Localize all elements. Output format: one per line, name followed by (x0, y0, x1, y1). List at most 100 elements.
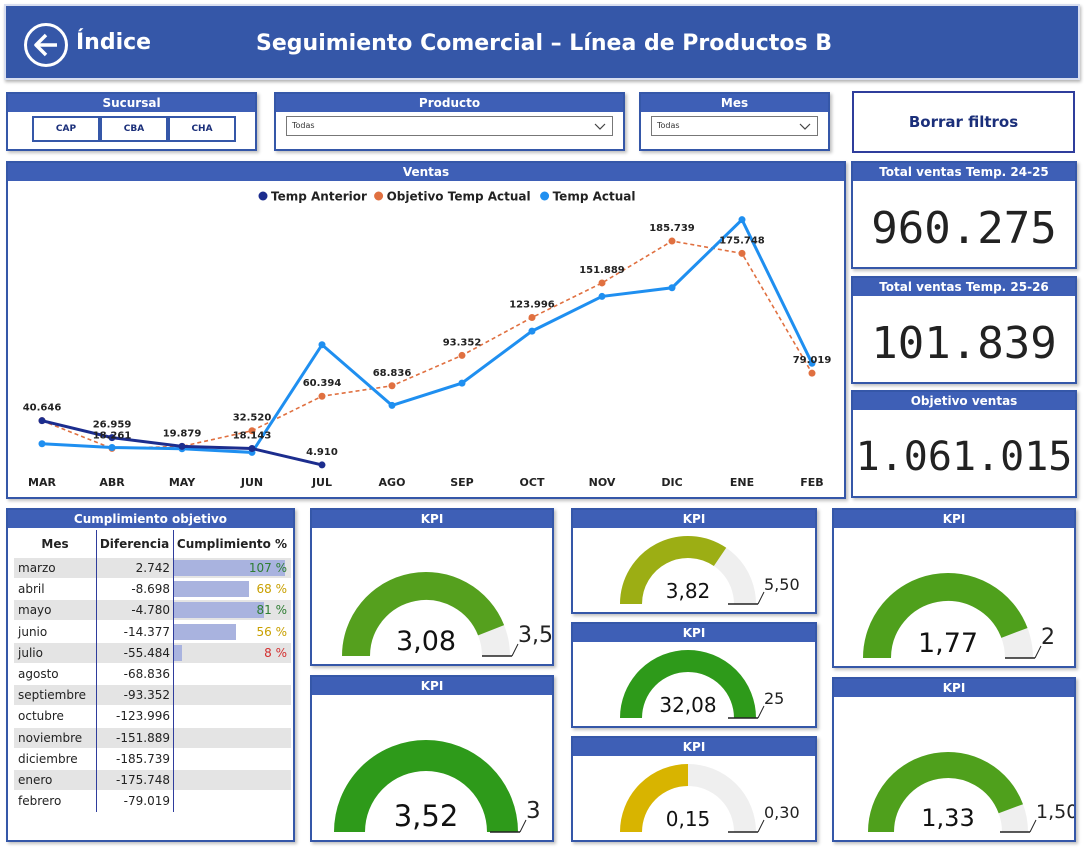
data-point[interactable] (178, 442, 186, 450)
data-point[interactable] (668, 237, 676, 245)
data-point[interactable] (318, 341, 326, 349)
cell-mes: noviembre (18, 730, 83, 745)
cell-cumplimiento: 68 % (256, 582, 288, 597)
gauge-value: 32,08 (659, 693, 716, 717)
kpi-gauge-card: KPI 25 32,08 (571, 622, 817, 728)
table-row: diciembre -185.739 (14, 749, 291, 770)
x-tick-label: JUL (311, 476, 332, 489)
kpi-gauge-card: KPI 0,30 0,15 (571, 736, 817, 842)
gauge-chart: 33,52 (334, 740, 541, 833)
gauge-target-label: 0,30 (764, 803, 800, 822)
column-header-cumplimiento: Cumplimiento % (176, 537, 288, 551)
gauge-value: 3,82 (666, 579, 711, 603)
data-point[interactable] (458, 379, 466, 387)
cell-mes: febrero (18, 794, 62, 809)
cell-mes: marzo (18, 561, 56, 575)
cell-cumplimiento: 56 % (256, 624, 288, 639)
cell-diferencia: -8.698 (131, 582, 170, 597)
sucursal-option-cap[interactable]: CAP (32, 116, 100, 142)
data-label: 26.959 (93, 420, 132, 431)
mes-slicer-title: Mes (641, 94, 828, 112)
data-point[interactable] (248, 445, 256, 453)
data-point[interactable] (808, 369, 816, 377)
table-row: octubre -123.996 (14, 706, 291, 728)
data-point[interactable] (528, 313, 536, 321)
cell-diferencia: -68.836 (123, 667, 170, 681)
data-point[interactable] (458, 351, 466, 359)
data-point[interactable] (388, 382, 396, 390)
data-label: 185.739 (649, 223, 695, 234)
gauge-chart: 3,50 3,08 (342, 572, 552, 657)
mes-dropdown[interactable]: Todas (651, 116, 818, 136)
cell-diferencia: -185.739 (116, 751, 170, 766)
total-card-value: 1.061.015 (855, 434, 1073, 480)
kpi-gauge-card: KPI 2 1,77 (832, 508, 1076, 668)
data-point[interactable] (738, 249, 746, 257)
cumplimiento-bar (173, 602, 264, 619)
table-row: junio -14.377 56 % (14, 622, 291, 643)
mes-slicer: Mes Todas (639, 92, 830, 151)
gauge-target-label: 25 (764, 689, 784, 708)
kpi-title: KPI (573, 624, 815, 642)
producto-dropdown[interactable]: Todas (286, 116, 613, 136)
ventas-chart-card: Ventas Temp Anterior Objetivo Temp Actual… (6, 161, 846, 499)
data-point[interactable] (528, 327, 536, 335)
total-card-title: Total ventas Temp. 24-25 (853, 163, 1075, 181)
legend-label: Temp Actual (553, 190, 636, 204)
kpi-title: KPI (312, 510, 552, 528)
data-point[interactable] (598, 279, 606, 287)
gauge-chart: 0,30 0,15 (620, 764, 800, 833)
data-point[interactable] (38, 440, 46, 448)
data-point[interactable] (108, 443, 116, 451)
cell-diferencia: -55.484 (123, 645, 170, 660)
column-header-diferencia: Diferencia (99, 537, 170, 551)
total-ventas-25-26-card: Total ventas Temp. 25-26 101.839 (851, 276, 1077, 384)
gauge-target-label: 3,50 (518, 623, 552, 648)
table-row: enero -175.748 (14, 770, 291, 791)
sucursal-option-cha[interactable]: CHA (168, 116, 236, 142)
cell-cumplimiento: 107 % (248, 561, 287, 575)
cell-diferencia: -93.352 (123, 688, 170, 703)
cell-diferencia: -79.019 (123, 794, 170, 809)
column-divider (173, 530, 174, 812)
table-title: Cumplimiento objetivo (8, 510, 293, 528)
data-point[interactable] (38, 417, 46, 425)
data-point[interactable] (598, 292, 606, 300)
cumplimiento-bar (173, 644, 182, 661)
gauge-value: 3,52 (394, 799, 459, 833)
series-line (41, 217, 814, 454)
clear-filters-button[interactable]: Borrar filtros (852, 91, 1075, 153)
kpi-gauge-card: KPI 3,50 3,08 (310, 508, 554, 666)
data-point[interactable] (388, 401, 396, 409)
x-tick-label: DIC (661, 476, 682, 489)
data-label: 4.910 (306, 447, 338, 458)
x-tick-label: MAY (169, 476, 196, 489)
data-label: 18.143 (233, 431, 272, 442)
legend-label: Temp Anterior (271, 190, 367, 204)
kpi-gauge-card: KPI 5,50 3,82 (571, 508, 817, 614)
cell-cumplimiento: 81 % (256, 603, 288, 618)
legend-marker (258, 191, 268, 201)
kpi-gauge-card: KPI 3 3,52 (310, 675, 554, 842)
producto-slicer: Producto Todas (274, 92, 625, 151)
x-tick-label: MAR (28, 476, 56, 489)
cell-mes: abril (18, 582, 45, 597)
data-point[interactable] (738, 216, 746, 224)
sucursal-option-cba[interactable]: CBA (100, 116, 168, 142)
kpi-title: KPI (573, 510, 815, 528)
data-label: 19.879 (163, 428, 202, 439)
data-label: 123.996 (509, 299, 555, 310)
producto-slicer-title: Producto (276, 94, 623, 112)
cell-mes: julio (18, 645, 43, 660)
cumplimiento-table-card: Cumplimiento objetivo Mes Diferencia Cum… (6, 508, 295, 842)
cell-mes: junio (18, 624, 48, 639)
x-tick-label: OCT (520, 476, 545, 489)
series-line (41, 419, 323, 467)
cell-diferencia: -123.996 (116, 709, 170, 724)
table-row: mayo -4.780 81 % (14, 600, 291, 622)
data-point[interactable] (318, 392, 326, 400)
cell-mes: agosto (18, 667, 59, 681)
table-row: marzo 2.742 107 % (14, 558, 291, 579)
data-point[interactable] (318, 461, 326, 469)
data-point[interactable] (668, 284, 676, 292)
